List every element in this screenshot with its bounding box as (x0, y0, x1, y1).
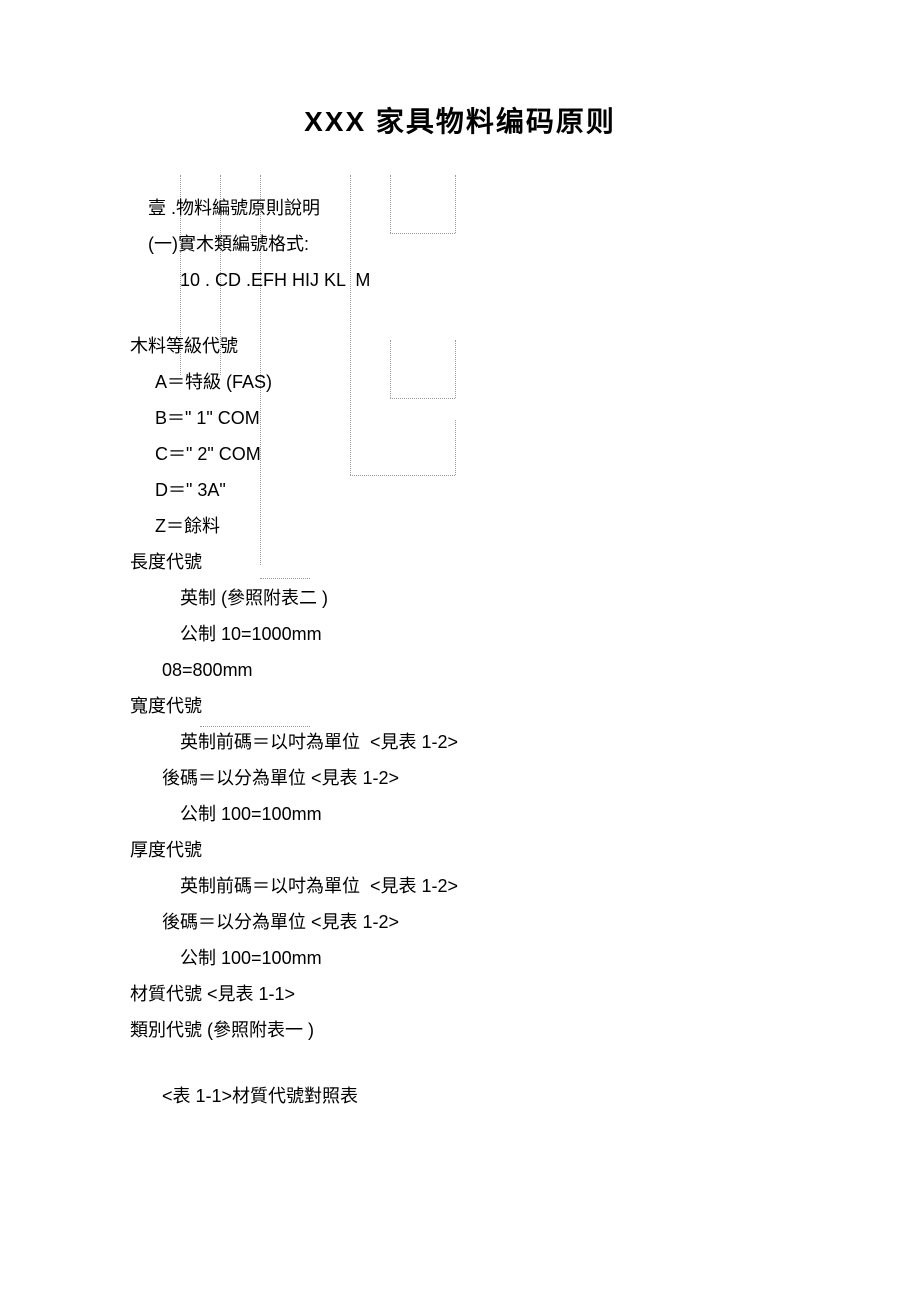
document-content: 壹 .物料編號原則說明 (一)實木類編號格式: 10 . CD .EFH HIJ… (130, 190, 790, 1114)
width-heading: 寬度代號 (130, 688, 790, 724)
document-page: XXX 家具物料编码原则 壹 .物料編號原則說明 (一)實木類編號格式: 10 … (0, 0, 920, 1114)
material-code: 材質代號 <見表 1-1> (130, 976, 790, 1012)
grade-z: Z＝餘料 (130, 508, 790, 544)
width-imperial-front: 英制前碼＝以吋為單位 <見表 1-2> (130, 724, 790, 760)
thickness-imperial-back: 後碼＝以分為單位 <見表 1-2> (130, 904, 790, 940)
grade-c: C＝" 2" COM (130, 436, 790, 472)
table-1-1-title: <表 1-1>材質代號對照表 (130, 1078, 790, 1114)
subheading-wood-format: (一)實木類編號格式: (130, 226, 790, 262)
width-metric: 公制 100=100mm (130, 796, 790, 832)
thickness-imperial-front: 英制前碼＝以吋為單位 <見表 1-2> (130, 868, 790, 904)
width-imperial-back: 後碼＝以分為單位 <見表 1-2> (130, 760, 790, 796)
length-metric-2: 08=800mm (130, 652, 790, 688)
category-code: 類別代號 (參照附表一 ) (130, 1012, 790, 1048)
grade-heading: 木料等級代號 (130, 328, 790, 364)
length-metric-1: 公制 10=1000mm (130, 616, 790, 652)
grade-b: B＝" 1" COM (130, 400, 790, 436)
heading-principle: 壹 .物料編號原則說明 (130, 190, 790, 226)
grade-a: A＝特級 (FAS) (130, 364, 790, 400)
thickness-heading: 厚度代號 (130, 832, 790, 868)
document-title: XXX 家具物料编码原则 (130, 100, 790, 140)
code-line: 10 . CD .EFH HIJ KL M (130, 262, 790, 298)
thickness-metric: 公制 100=100mm (130, 940, 790, 976)
grade-d: D＝" 3A" (130, 472, 790, 508)
length-heading: 長度代號 (130, 544, 790, 580)
length-imperial: 英制 (參照附表二 ) (130, 580, 790, 616)
